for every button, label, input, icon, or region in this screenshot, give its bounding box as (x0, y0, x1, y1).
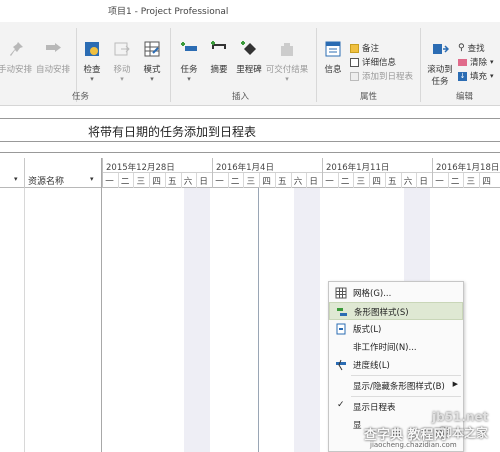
day-label: 二 (340, 177, 350, 187)
find-button[interactable]: ⚲ 查找 (458, 42, 485, 54)
submenu-arrow-icon: ▶ (452, 380, 458, 388)
week-label: 2016年1月11日 (326, 163, 390, 173)
details-icon (350, 57, 359, 67)
day-label: 一 (325, 177, 334, 187)
dropdown-arrow-icon[interactable]: ▾ (14, 175, 18, 183)
milestone-icon (241, 41, 256, 55)
insert-milestone-button[interactable]: 里程碑 (234, 40, 264, 75)
mode-button[interactable]: 模式 ▾ (140, 40, 164, 83)
week-label: 2015年12月28日 (106, 163, 175, 173)
add-to-timeline-button[interactable]: 添加到日程表 (350, 70, 413, 82)
day-label: 六 (183, 177, 193, 187)
day-label: 一 (105, 177, 114, 187)
day-label: 五 (168, 177, 177, 187)
details-button[interactable]: 详细信息 (350, 56, 396, 68)
day-label: 六 (293, 177, 303, 187)
day-label: 一 (215, 177, 224, 187)
menu-item-nonworking-time[interactable]: 非工作时间(N)... (329, 338, 463, 356)
menu-item-layout[interactable]: 版式(L) (329, 320, 463, 338)
info-icon (325, 41, 341, 57)
inspect-button[interactable]: 检查 ▾ (80, 40, 104, 83)
binoculars-icon: ⚲ (458, 43, 465, 53)
day-label: 四 (482, 177, 491, 187)
note-icon (350, 43, 359, 53)
day-label: 二 (120, 177, 130, 187)
fill-down-icon: ↓ (458, 71, 467, 81)
inspect-icon (85, 42, 99, 56)
insert-deliverable-button[interactable]: 可交付结果 ▾ (264, 40, 310, 83)
day-label: 三 (466, 177, 476, 187)
day-label: 二 (230, 177, 240, 187)
group-label-tasks: 任务 (72, 92, 90, 102)
manual-schedule-button[interactable]: 手动安排 (0, 40, 34, 75)
watermark-text: 脚本之家 (440, 426, 489, 440)
divider (0, 152, 500, 153)
menu-item-progress-lines[interactable]: 进度线(L) (329, 356, 463, 374)
window-title: 项目1 - Project Professional (108, 7, 229, 17)
insert-summary-button[interactable]: 摘要 (206, 40, 232, 75)
group-label-insert: 插入 (232, 92, 250, 102)
day-label: 四 (152, 177, 161, 187)
day-label: 日 (309, 177, 318, 187)
notes-button[interactable]: 备注 (350, 42, 379, 54)
scroll-to-task-icon (433, 44, 450, 54)
table-header: ▾ 资源名称 ▾ (0, 158, 102, 188)
day-label: 五 (278, 177, 287, 187)
day-label: 一 (435, 177, 444, 187)
ribbon: 手动安排 自动安排 检查 ▾ 移动 ▾ 模式 ▾ 任务 任务 ▾ 摘要 里程碑 … (0, 22, 500, 106)
check-icon: ✓ (337, 400, 345, 410)
auto-schedule-icon (46, 43, 61, 52)
group-label-properties: 属性 (360, 92, 378, 102)
group-label-editing: 编辑 (456, 92, 474, 102)
menu-item-show-hide-bar-styles[interactable]: 显示/隐藏条形图样式(B) ▶ (329, 377, 463, 395)
clear-button[interactable]: 清除 ▾ (458, 56, 494, 68)
move-icon (114, 42, 130, 56)
instruction-text: 将带有日期的任务添加到日程表 (88, 125, 257, 139)
day-label: 三 (246, 177, 256, 187)
timeline-icon (350, 71, 359, 81)
day-label: 四 (372, 177, 381, 187)
move-button[interactable]: 移动 ▾ (110, 40, 134, 83)
grid-icon (335, 287, 347, 299)
current-date-line (258, 188, 259, 452)
menu-item-grid[interactable]: 网格(G)... (329, 284, 463, 302)
day-label: 三 (136, 177, 146, 187)
day-label: 日 (419, 177, 428, 187)
day-label: 四 (262, 177, 271, 187)
day-label: 五 (388, 177, 397, 187)
timescale-header: 2015年12月28日 2016年1月4日 2016年1月11日 2016年1月… (102, 158, 500, 188)
progress-line-icon (336, 359, 346, 371)
insert-task-button[interactable]: 任务 ▾ (176, 40, 202, 83)
menu-item-bar-styles[interactable]: 条形图样式(S) (329, 302, 463, 320)
pin-icon (10, 42, 23, 56)
week-label: 2016年1月4日 (216, 163, 274, 173)
fill-button[interactable]: ↓ 填充 ▾ (458, 70, 494, 82)
instruction-banner: 将带有日期的任务添加到日程表 (0, 118, 500, 142)
weekend-shade (294, 188, 320, 452)
layout-icon (336, 323, 346, 335)
summary-icon (211, 41, 226, 49)
mode-icon (144, 41, 160, 57)
eraser-icon (458, 58, 467, 66)
watermark-site: jb51.net (432, 410, 489, 424)
info-button[interactable]: 信息 (320, 40, 346, 75)
week-label: 2016年1月18日 (436, 163, 500, 173)
scroll-to-task-button[interactable]: 滚动到 任务 (424, 40, 456, 87)
deliverable-icon (281, 43, 293, 56)
day-label: 六 (403, 177, 413, 187)
resource-name-header[interactable]: 资源名称 (28, 174, 64, 187)
day-label: 二 (450, 177, 460, 187)
day-label: 日 (199, 177, 208, 187)
insert-task-icon (181, 42, 197, 51)
watermark-url: jiaocheng.chazidian.com (370, 441, 457, 449)
resource-filter-arrow-icon[interactable]: ▾ (90, 175, 94, 183)
weekend-shade (184, 188, 210, 452)
bar-style-icon (337, 308, 347, 316)
day-label: 三 (356, 177, 366, 187)
title-bar: 项目1 - Project Professional (0, 0, 500, 22)
auto-schedule-button[interactable]: 自动安排 (34, 40, 72, 75)
